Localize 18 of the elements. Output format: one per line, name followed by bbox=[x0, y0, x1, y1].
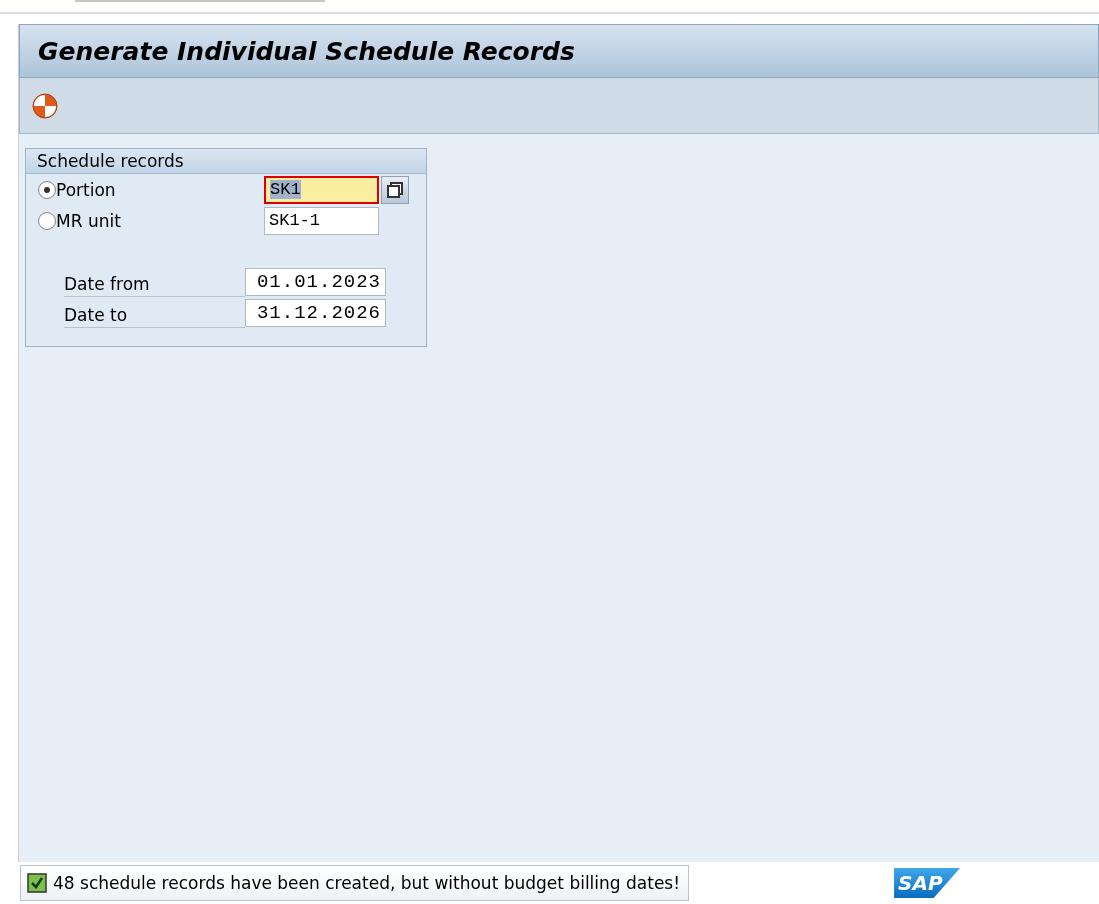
windows-icon bbox=[386, 180, 404, 199]
radio-button[interactable] bbox=[38, 180, 56, 199]
group-title: Schedule records bbox=[37, 151, 184, 171]
execute-icon[interactable] bbox=[32, 92, 58, 119]
input-field[interactable]: SK1-1 bbox=[264, 206, 379, 235]
window-title: Generate Individual Schedule Records bbox=[38, 36, 575, 66]
logo: SAP bbox=[894, 868, 961, 898]
radio-button[interactable] bbox=[38, 211, 56, 230]
date-field[interactable]: 01.01.2023 bbox=[244, 267, 386, 296]
checkmark-icon bbox=[27, 873, 47, 893]
field-label: Date to bbox=[64, 297, 245, 328]
date-field[interactable]: 31.12.2026 bbox=[244, 298, 386, 327]
radio-label: Portion bbox=[56, 179, 117, 200]
field-label: Date from bbox=[64, 266, 245, 297]
input-field[interactable]: SK1 bbox=[264, 175, 379, 204]
status-text: 48 schedule records have been created, but without budget billing dates! bbox=[53, 873, 681, 893]
radio-label: MR unit bbox=[56, 210, 122, 231]
value-help-button[interactable] bbox=[381, 175, 409, 204]
